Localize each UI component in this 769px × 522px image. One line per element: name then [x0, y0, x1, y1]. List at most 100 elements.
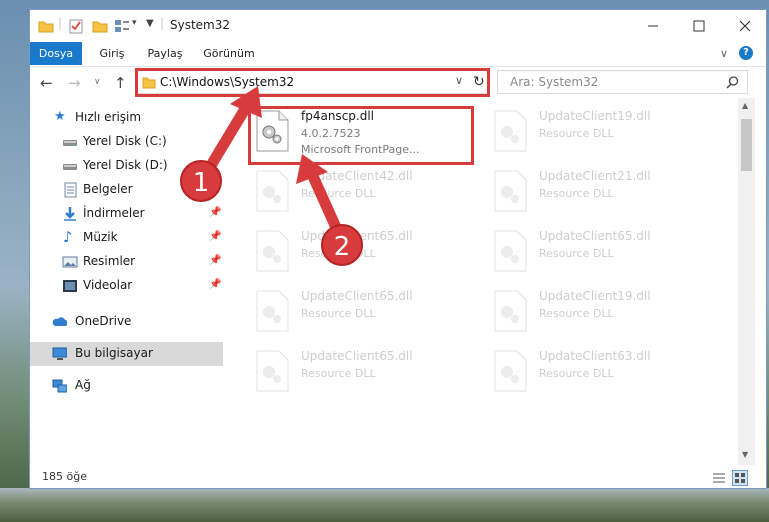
file-name: UpdateClient65.dll: [301, 289, 413, 303]
dll-file-icon: [256, 230, 289, 272]
properties-icon[interactable]: [68, 18, 84, 34]
sidebar-item-quick-access[interactable]: ★ Hızlı erişim: [30, 106, 223, 130]
dll-file-icon: [256, 350, 289, 392]
star-icon: ★: [54, 109, 66, 124]
sidebar-item-label: Resimler: [83, 254, 136, 268]
download-icon: [64, 207, 76, 221]
network-icon: [52, 379, 67, 393]
pin-icon[interactable]: 📌: [209, 207, 221, 218]
separator: |: [160, 16, 165, 30]
sidebar-item-network[interactable]: Ağ: [30, 374, 223, 398]
dll-file-icon: [494, 290, 527, 332]
file-name: UpdateClient21.dll: [539, 169, 651, 183]
file-name: UpdateClient19.dll: [539, 289, 651, 303]
file-item[interactable]: UpdateClient42.dll Resource DLL: [249, 166, 474, 222]
dll-file-icon: [494, 170, 527, 212]
file-type: Resource DLL: [539, 187, 614, 200]
sidebar-item-this-pc[interactable]: Bu bilgisayar: [30, 342, 223, 366]
pin-icon[interactable]: 📌: [209, 255, 221, 266]
pin-icon[interactable]: 📌: [209, 279, 221, 290]
file-highlight: [248, 106, 474, 165]
sidebar-item-drive-c[interactable]: Yerel Disk (C:): [30, 130, 223, 154]
video-icon: [63, 280, 77, 292]
file-name: UpdateClient42.dll: [301, 169, 413, 183]
drive-icon: [63, 164, 77, 170]
computer-icon: [52, 347, 67, 360]
view-options-icon[interactable]: [114, 18, 130, 34]
file-item[interactable]: UpdateClient19.dll Resource DLL: [487, 106, 712, 162]
music-icon: ♪: [63, 228, 73, 246]
scroll-down-icon[interactable]: ▼: [742, 450, 748, 459]
dll-file-icon: [494, 230, 527, 272]
sidebar-item-label: Hızlı erişim: [75, 110, 142, 124]
ribbon-tabs: Dosya Giriş Paylaş Görünüm ∨ ?: [30, 42, 766, 67]
file-item[interactable]: UpdateClient65.dll Resource DLL: [249, 286, 474, 342]
dll-file-icon: [256, 290, 289, 332]
sidebar-item-label: Belgeler: [83, 182, 133, 196]
file-name: UpdateClient65.dll: [301, 349, 413, 363]
maximize-button[interactable]: [676, 10, 722, 42]
close-icon: [739, 20, 751, 32]
tab-view[interactable]: Görünüm: [200, 42, 258, 65]
sidebar-item-label: Bu bilgisayar: [75, 346, 153, 360]
file-name: UpdateClient65.dll: [539, 229, 651, 243]
file-item[interactable]: UpdateClient65.dll Resource DLL: [487, 226, 712, 282]
up-arrow-icon[interactable]: ↑: [114, 74, 127, 92]
separator: |: [58, 16, 63, 30]
file-item[interactable]: UpdateClient65.dll Resource DLL: [249, 226, 474, 282]
file-type: Resource DLL: [301, 187, 376, 200]
vertical-scrollbar[interactable]: ▲ ▼: [738, 98, 755, 465]
forward-arrow-icon[interactable]: →: [68, 74, 81, 92]
file-item[interactable]: UpdateClient65.dll Resource DLL: [249, 346, 474, 402]
drive-icon: [63, 140, 77, 146]
scroll-up-icon[interactable]: ▲: [742, 101, 748, 110]
file-name: UpdateClient63.dll: [539, 349, 651, 363]
tab-share[interactable]: Paylaş: [142, 42, 188, 65]
sidebar-item-downloads[interactable]: İndirmeler 📌: [30, 202, 223, 226]
step-1-badge: 1: [180, 160, 222, 202]
file-type: Resource DLL: [539, 247, 614, 260]
scroll-thumb[interactable]: [741, 119, 752, 171]
sidebar-item-music[interactable]: ♪ Müzik 📌: [30, 226, 223, 250]
file-item[interactable]: UpdateClient21.dll Resource DLL: [487, 166, 712, 222]
maximize-icon: [693, 20, 705, 32]
file-item[interactable]: UpdateClient19.dll Resource DLL: [487, 286, 712, 342]
sidebar-item-label: Müzik: [83, 230, 118, 244]
dll-file-icon: [256, 170, 289, 212]
window-title: System32: [170, 18, 231, 32]
cloud-icon: [52, 317, 67, 326]
search-input[interactable]: Ara: System32: [497, 70, 748, 94]
tab-file[interactable]: Dosya: [30, 42, 82, 65]
new-folder-icon[interactable]: [92, 18, 108, 34]
tab-home[interactable]: Giriş: [92, 42, 132, 65]
close-button[interactable]: [722, 10, 768, 42]
sidebar-item-pictures[interactable]: Resimler 📌: [30, 250, 223, 274]
sidebar-item-label: Videolar: [83, 278, 133, 292]
sidebar-item-onedrive[interactable]: OneDrive: [30, 310, 223, 334]
chevron-down-icon[interactable]: ▾: [132, 18, 137, 28]
expand-ribbon-icon[interactable]: ∨: [720, 47, 728, 60]
pictures-icon: [62, 256, 78, 268]
customize-toolbar-icon[interactable]: ▼: [146, 18, 154, 29]
navigation-pane: ★ Hızlı erişim Yerel Disk (C:) Yerel Dis…: [30, 106, 225, 461]
help-icon[interactable]: ?: [739, 46, 753, 60]
sidebar-item-videos[interactable]: Videolar 📌: [30, 274, 223, 298]
sidebar-item-label: Yerel Disk (C:): [83, 134, 167, 148]
tiles-view-icon[interactable]: [732, 470, 748, 486]
documents-icon: [64, 182, 77, 198]
dll-file-icon: [494, 110, 527, 152]
file-item[interactable]: UpdateClient63.dll Resource DLL: [487, 346, 712, 402]
minimize-button[interactable]: [630, 10, 676, 42]
title-bar: | ▾ ▼ | System32: [30, 10, 766, 42]
search-icon: [726, 76, 739, 89]
file-type: Resource DLL: [301, 367, 376, 380]
details-view-icon[interactable]: [712, 472, 726, 484]
recent-locations-icon[interactable]: ∨: [94, 77, 101, 87]
file-type: Resource DLL: [301, 307, 376, 320]
desktop-background: [0, 488, 769, 522]
item-count: 185 öğe: [42, 470, 87, 483]
address-bar-highlight: [135, 68, 490, 97]
file-type: Resource DLL: [539, 307, 614, 320]
pin-icon[interactable]: 📌: [209, 231, 221, 242]
back-arrow-icon[interactable]: ←: [40, 74, 53, 92]
